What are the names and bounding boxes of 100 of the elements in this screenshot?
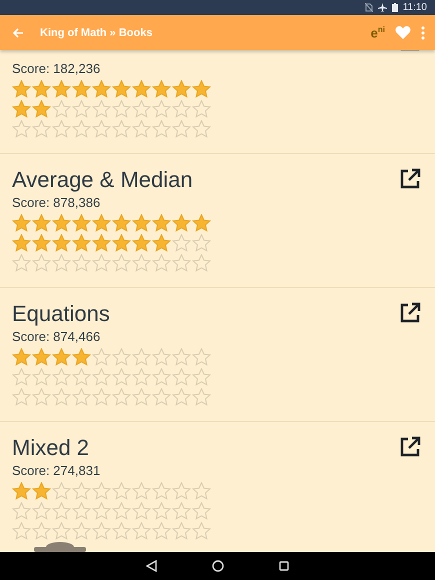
empty-star-icon [152,522,171,540]
empty-star-icon [152,388,171,406]
no-sim-icon [364,3,373,12]
empty-star-icon [132,522,151,540]
filled-star-icon [52,80,71,98]
empty-star-icon [52,254,71,272]
filled-star-icon [192,80,211,98]
empty-star-icon [92,502,111,520]
home-icon[interactable] [212,560,224,572]
book-title: Mixed 2 [12,434,90,462]
filled-star-icon [32,234,51,252]
empty-star-icon [72,388,91,406]
empty-star-icon [12,388,31,406]
filled-star-icon [72,234,91,252]
empty-star-icon [152,348,171,366]
empty-star-icon [12,368,31,386]
recents-icon[interactable] [279,561,289,571]
empty-star-icon [92,388,111,406]
book-score: Score: 274,831 [12,462,102,479]
empty-star-icon [192,120,211,138]
book-score: Score: 878,386 [12,194,102,211]
filled-star-icon [92,214,111,232]
empty-star-icon [192,234,211,252]
filled-star-icon [52,348,71,366]
filled-star-icon [72,348,91,366]
empty-star-icon [12,522,31,540]
empty-star-icon [132,100,151,118]
filled-star-icon [152,214,171,232]
filled-star-icon [92,80,111,98]
empty-star-icon [172,482,191,500]
empty-star-icon [92,100,111,118]
empty-star-icon [72,368,91,386]
filled-star-icon [92,234,111,252]
open-external-icon[interactable] [399,302,421,324]
filled-star-icon [112,214,131,232]
empty-star-icon [112,522,131,540]
filled-star-icon [152,80,171,98]
empty-star-icon [52,368,71,386]
empty-star-icon [32,254,51,272]
empty-star-icon [172,502,191,520]
empty-star-icon [32,120,51,138]
mascot-drawing [32,542,88,552]
empty-star-icon [52,120,71,138]
empty-star-icon [152,368,171,386]
book-score: Score: 874,466 [12,328,102,345]
filled-star-icon [72,80,91,98]
filled-star-icon [12,80,31,98]
empty-star-icon [192,368,211,386]
empty-star-icon [12,254,31,272]
status-time: 11:10 [402,2,427,13]
filled-star-icon [12,100,31,118]
filled-star-icon [12,234,31,252]
empty-star-icon [172,100,191,118]
book-card[interactable]: Equations Score: 874,466 [0,288,435,422]
empty-star-icon [192,502,211,520]
filled-star-icon [112,80,131,98]
empty-star-icon [132,348,151,366]
empty-star-icon [152,502,171,520]
empty-star-icon [132,368,151,386]
filled-star-icon [52,234,71,252]
empty-star-icon [172,388,191,406]
empty-star-icon [112,388,131,406]
empty-star-icon [52,522,71,540]
empty-star-icon [112,100,131,118]
empty-star-icon [172,254,191,272]
empty-star-icon [192,254,211,272]
filled-star-icon [72,214,91,232]
open-external-icon[interactable] [399,436,421,458]
empty-star-icon [72,482,91,500]
empty-star-icon [112,254,131,272]
book-card[interactable]: Average & Median Score: 878,386 [0,154,435,288]
filled-star-icon [132,214,151,232]
empty-star-icon [192,482,211,500]
empty-star-icon [32,522,51,540]
empty-star-icon [152,120,171,138]
empty-star-icon [72,254,91,272]
open-external-icon[interactable] [399,168,421,190]
filled-star-icon [112,234,131,252]
back-nav-icon[interactable] [146,560,157,572]
book-card[interactable]: Score: 182,236 [0,50,435,154]
filled-star-icon [152,234,171,252]
empty-star-icon [172,348,191,366]
empty-star-icon [172,120,191,138]
empty-star-icon [132,254,151,272]
empty-star-icon [192,388,211,406]
empty-star-icon [72,502,91,520]
empty-star-icon [92,368,111,386]
empty-star-icon [132,388,151,406]
empty-star-icon [112,348,131,366]
empty-star-icon [32,388,51,406]
filled-star-icon [32,100,51,118]
battery-icon [392,3,398,12]
filled-star-icon [12,482,31,500]
book-title: Average & Median [12,166,194,194]
empty-star-icon [192,348,211,366]
empty-star-icon [12,120,31,138]
empty-star-icon [52,502,71,520]
empty-star-icon [132,502,151,520]
empty-star-icon [72,100,91,118]
empty-star-icon [112,482,131,500]
